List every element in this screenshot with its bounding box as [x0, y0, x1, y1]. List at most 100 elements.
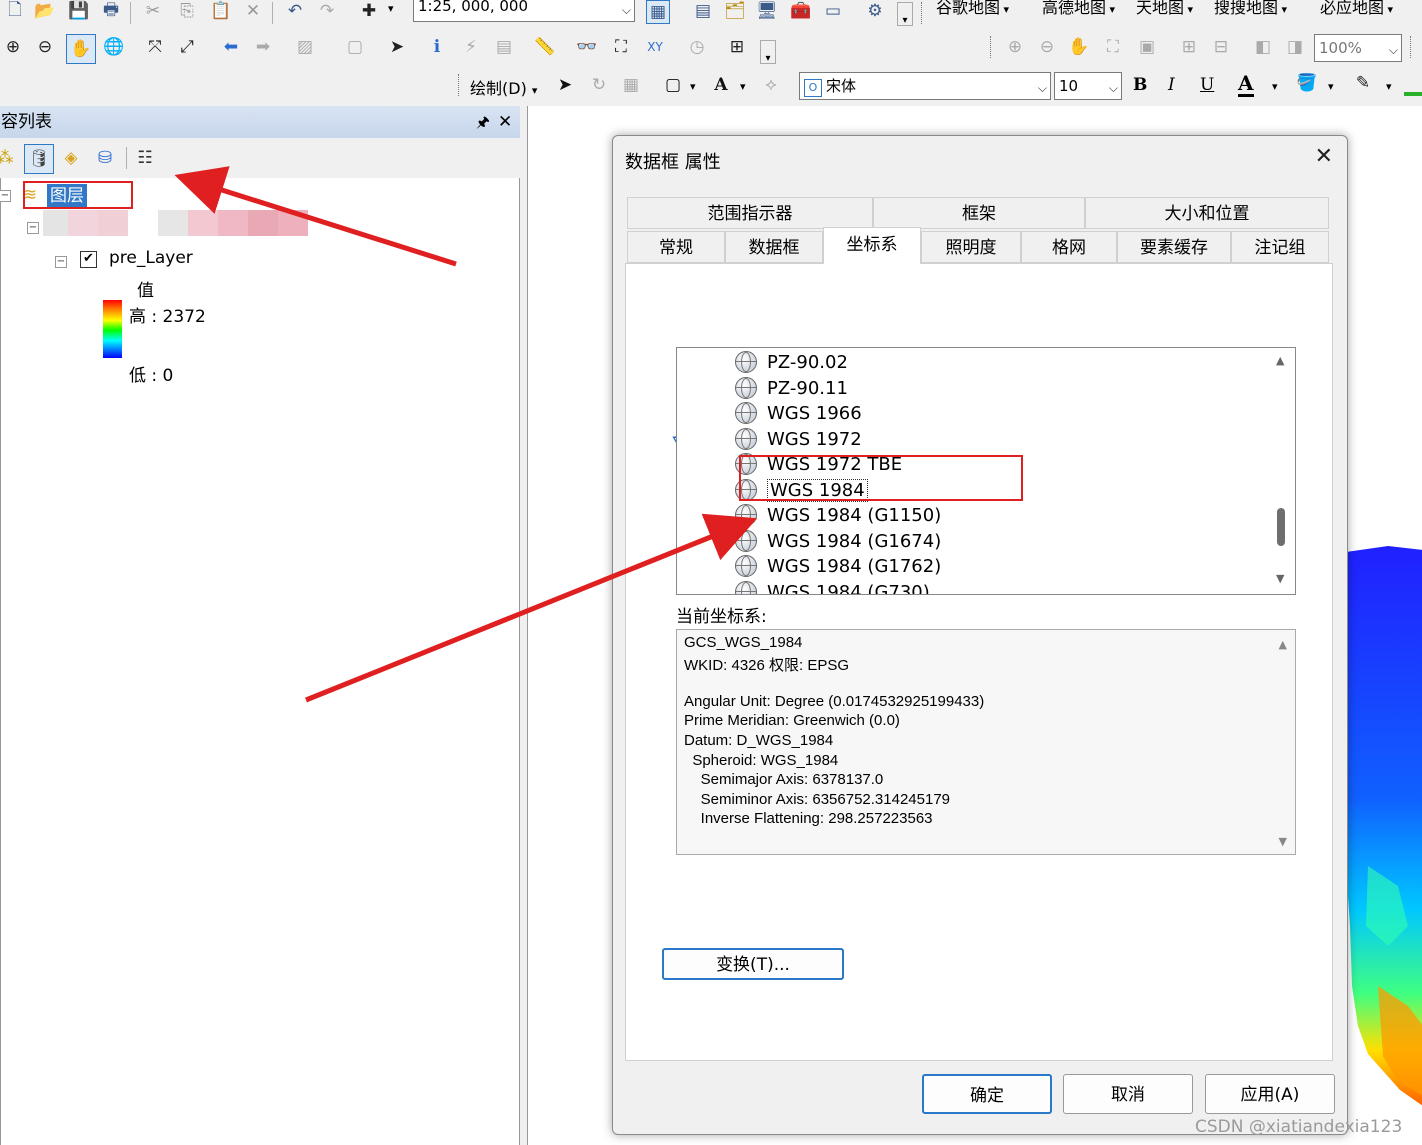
catalog-icon[interactable]: 🗂 [724, 0, 746, 22]
italic-button[interactable]: I [1168, 75, 1175, 95]
draw-menu[interactable]: 绘制(D) ▾ [470, 75, 537, 99]
find-binoculars-icon[interactable]: 👓 [576, 36, 598, 58]
rectangle-icon[interactable]: ▢ [662, 74, 684, 96]
go-to-xy-icon[interactable]: XY [644, 36, 666, 58]
tab-annotation-groups[interactable]: 注记组 [1231, 231, 1329, 263]
previous-extent-icon[interactable]: ◧ [1252, 36, 1274, 58]
select-elements-arrow-icon[interactable]: ➤ [386, 36, 408, 58]
tab-frame[interactable]: 框架 [873, 197, 1085, 229]
clear-selection-icon[interactable]: ▢ [344, 36, 366, 58]
cut-icon[interactable]: ✂ [142, 0, 164, 22]
tab-illumination[interactable]: 照明度 [921, 231, 1021, 263]
copy-icon[interactable]: ⎘ [176, 0, 198, 22]
dialog-close-icon[interactable]: ✕ [1315, 144, 1333, 169]
select-features-icon[interactable]: ▨ [294, 36, 316, 58]
list-item[interactable]: WGS 1984 (G1150) [735, 503, 941, 528]
save-icon[interactable]: 💾 [68, 0, 90, 22]
font-color-button[interactable]: A [1238, 72, 1254, 97]
list-by-drawing-order-icon[interactable]: ⁂ [0, 147, 16, 169]
list-scrollbar[interactable]: ▲ ▼ [1269, 348, 1295, 594]
forward-arrow-icon[interactable]: ➡ [252, 36, 274, 58]
delete-icon[interactable]: ✕ [242, 0, 264, 22]
collapse-icon[interactable]: − [55, 256, 67, 268]
add-data-icon[interactable]: ✚ [358, 0, 380, 22]
close-icon[interactable]: ✕ [498, 106, 512, 138]
python-window-icon[interactable]: ▭ [822, 0, 844, 22]
undo-icon[interactable]: ↶ [284, 0, 306, 22]
edit-vertices-icon[interactable]: ⟡ [760, 74, 782, 96]
fixed-zoom-in-icon[interactable]: ⤧ [144, 36, 166, 58]
scroll-up-icon[interactable]: ▲ [1276, 354, 1284, 367]
list-item[interactable]: WGS 1984 (G1674) [735, 529, 941, 554]
next-extent-icon[interactable]: ◨ [1284, 36, 1306, 58]
list-item[interactable]: PZ-90.11 [735, 376, 848, 401]
tab-extent-indicators[interactable]: 范围指示器 [627, 197, 873, 229]
fixed-zoom-out-icon[interactable]: ⤢ [176, 36, 198, 58]
find-route-icon[interactable]: ⛶ [610, 36, 632, 58]
scroll-down-icon[interactable]: ▼ [1276, 572, 1284, 585]
select-elements-icon[interactable]: ➤ [554, 74, 576, 96]
line-color-dropdown-icon[interactable]: ▾ [1386, 80, 1392, 93]
transform-button[interactable]: 变换(T)... [662, 948, 844, 980]
zoom-percent-combo[interactable]: 100% ⌵ [1314, 34, 1402, 62]
back-arrow-icon[interactable]: ⬅ [220, 36, 242, 58]
fill-color-icon[interactable]: 🪣 [1296, 72, 1318, 94]
basemap-menu-1[interactable]: 高德地图 ▾ [1042, 0, 1115, 18]
cancel-button[interactable]: 取消 [1063, 1074, 1193, 1114]
line-color-icon[interactable]: ✎ [1352, 72, 1374, 94]
scroll-up-icon[interactable]: ▲ [1279, 638, 1287, 651]
html-popup-icon[interactable]: ▤ [493, 36, 515, 58]
basemap-menu-3[interactable]: 搜搜地图 ▾ [1214, 0, 1287, 18]
table-of-contents-icon[interactable]: ▤ [692, 0, 714, 22]
identify-icon[interactable]: ℹ [426, 36, 448, 58]
toolbar-options-icon[interactable]: ▾ [760, 40, 776, 64]
list-item[interactable]: WGS 1984 (G1762) [735, 554, 941, 579]
collapse-icon[interactable]: − [0, 190, 11, 202]
open-folder-icon[interactable]: 📂 [34, 0, 56, 22]
basemap-menu-2[interactable]: 天地图 ▾ [1136, 0, 1193, 18]
tab-size-and-position[interactable]: 大小和位置 [1085, 197, 1329, 229]
rectangle-dropdown-icon[interactable]: ▾ [690, 80, 696, 93]
font-name-combo[interactable]: O 宋体 ⌵ [799, 72, 1051, 100]
fixed-zoom-out-layout-icon[interactable]: ⊟ [1210, 36, 1232, 58]
arctoolbox-icon[interactable]: 🧰 [790, 0, 812, 22]
layer-visibility-checkbox[interactable]: ✔ [80, 251, 97, 268]
paste-icon[interactable]: 📋 [210, 0, 232, 22]
hyperlink-icon[interactable]: ⚡ [460, 36, 482, 58]
basemap-menu-0[interactable]: 谷歌地图 ▾ [936, 0, 1009, 18]
fill-color-dropdown-icon[interactable]: ▾ [1328, 80, 1334, 93]
editor-toolbar-icon[interactable]: ▦ [646, 0, 670, 24]
basemap-menu-4[interactable]: 必应地图 ▾ [1320, 0, 1393, 18]
redo-icon[interactable]: ↷ [316, 0, 338, 22]
list-item[interactable]: WGS 1972 [735, 427, 862, 452]
tab-grids[interactable]: 格网 [1021, 231, 1117, 263]
search-window-icon[interactable]: 🖥 [756, 0, 778, 22]
list-item[interactable]: PZ-90.02 [735, 350, 848, 375]
map-scale-combo[interactable]: 1:25, 000, 000 ⌵ [413, 0, 635, 22]
layout-zoom-out-icon[interactable]: ⊖ [1036, 36, 1058, 58]
list-item[interactable]: WGS 1966 [735, 401, 862, 426]
pan-hand-icon[interactable]: ✋ [66, 34, 96, 64]
bold-button[interactable]: B [1133, 75, 1147, 95]
tab-coordinate-system[interactable]: 坐标系 [823, 227, 921, 264]
apply-button[interactable]: 应用(A) [1205, 1074, 1335, 1114]
pin-icon[interactable]: 🖈 [476, 106, 490, 138]
modelbuilder-icon[interactable]: ⚙ [864, 0, 886, 22]
underline-button[interactable]: U [1200, 75, 1214, 95]
fixed-zoom-in-layout-icon[interactable]: ⊞ [1178, 36, 1200, 58]
collapse-icon[interactable]: − [27, 222, 39, 234]
tab-feature-cache[interactable]: 要素缓存 [1117, 231, 1231, 263]
zoom-100-icon[interactable]: ▣ [1136, 36, 1158, 58]
create-viewer-icon[interactable]: ⊞ [726, 36, 748, 58]
coordinate-system-list[interactable]: PZ-90.02 PZ-90.11 WGS 1966 WGS 1972 WGS 1972… [676, 347, 1296, 595]
time-slider-icon[interactable]: ◷ [686, 36, 708, 58]
tab-general[interactable]: 常规 [627, 231, 725, 263]
zoom-in-icon[interactable]: ⊕ [2, 36, 24, 58]
layout-zoom-in-icon[interactable]: ⊕ [1004, 36, 1026, 58]
text-dropdown-icon[interactable]: ▾ [740, 80, 746, 93]
layout-pan-icon[interactable]: ✋ [1068, 36, 1090, 58]
list-item[interactable]: WGS 1984 (G730) [735, 580, 930, 594]
list-by-visibility-icon[interactable]: ◈ [60, 147, 82, 169]
layer-name[interactable]: pre_Layer [109, 248, 193, 268]
ok-button[interactable]: 确定 [922, 1074, 1052, 1114]
